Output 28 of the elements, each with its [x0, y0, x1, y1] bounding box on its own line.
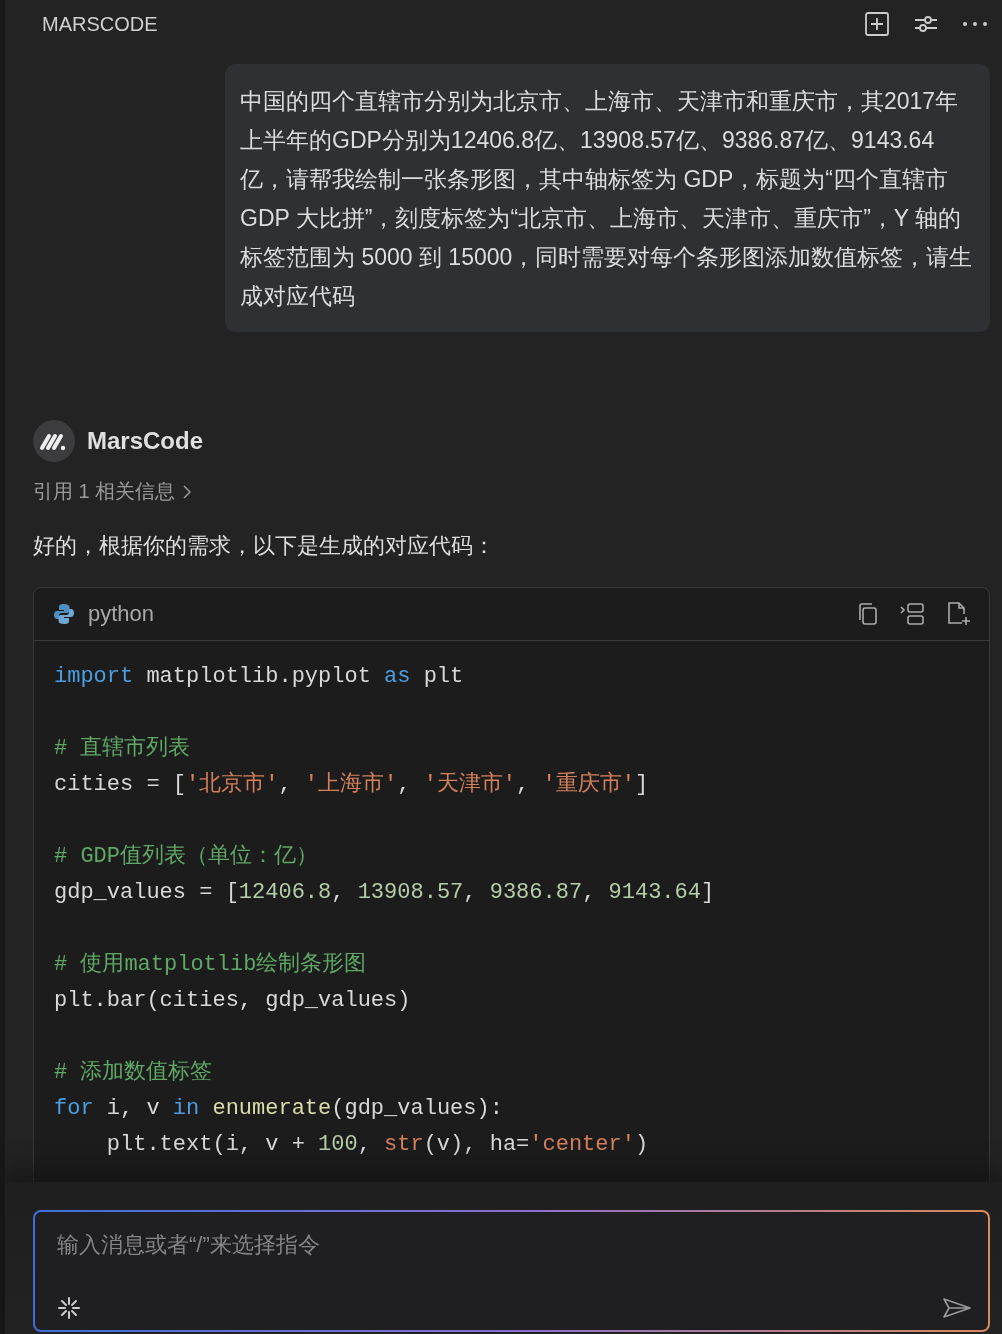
code-line: plt.text(i, v + 100, str(v), ha='center') — [105, 1131, 649, 1159]
code-line: gdp_values = [12406.8, 13908.57, 9386.87, 9143.64] — [54, 879, 715, 907]
language-label: python — [88, 601, 156, 627]
panel-title: MARSCODE — [42, 12, 159, 36]
new-file-icon[interactable] — [945, 601, 971, 627]
code-line: # GDP值列表（单位：亿） — [54, 843, 318, 871]
input-box[interactable]: 输入消息或者“/”来选择指令 — [33, 1210, 990, 1332]
copy-icon[interactable] — [857, 602, 879, 626]
code-line: plt.bar(cities, gdp_values) — [54, 987, 411, 1015]
code-line: # 添加数值标签 — [54, 1059, 213, 1087]
sparkle-icon[interactable] — [57, 1296, 81, 1320]
message-input[interactable]: 输入消息或者“/”来选择指令 — [57, 1224, 972, 1266]
insert-icon[interactable] — [899, 602, 925, 626]
new-chat-icon[interactable] — [864, 11, 890, 37]
logo-icon — [33, 420, 75, 462]
code-line: # 直辖市列表 — [54, 734, 191, 763]
send-icon[interactable] — [942, 1296, 972, 1320]
assistant-name: MarsCode — [87, 427, 204, 455]
reference-link[interactable]: 引用 1 相关信息 — [33, 478, 192, 505]
reply-text: 好的，根据你的需求，以下是生成的对应代码： — [33, 532, 496, 560]
code-line: cities = ['北京市', '上海市', '天津市', '重庆市'] — [54, 770, 649, 799]
code-line: import matplotlib.pyplot as plt — [54, 663, 464, 691]
user-message: 中国的四个直辖市分别为北京市、上海市、天津市和重庆市，其2017年上半年的GDP分别为12406.8亿、13908.57亿、9386.87亿、9143.64亿，请帮我绘制一张条形图，其中轴标签为 GDP，标题为“四个直辖市 GDP 大比拼”，刻度标签为“北京市、上海市、天津市、重庆市”，Y 轴的标签范围为 5000 到 15000，同时需要对每个条形图添加数值标签，请生成对应代码 — [225, 64, 990, 332]
python-icon — [52, 602, 76, 626]
chevron-icon — [183, 484, 192, 499]
more-icon[interactable] — [962, 20, 988, 28]
code-line: for i, v in enumerate(gdp_values): — [54, 1095, 503, 1123]
code-line: # 使用matplotlib绘制条形图 — [54, 951, 367, 979]
